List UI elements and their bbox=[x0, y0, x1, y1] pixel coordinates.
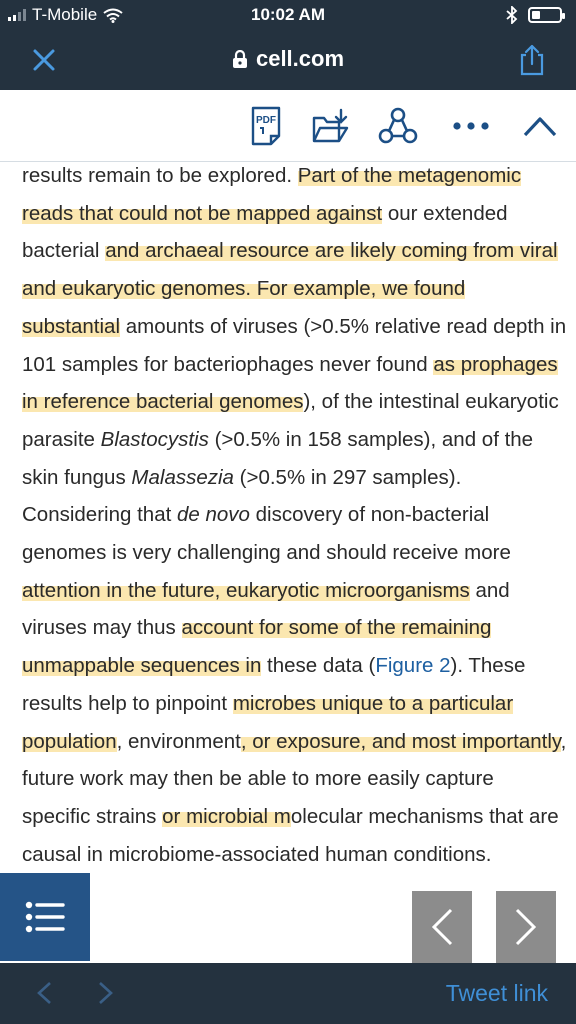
download-button[interactable] bbox=[309, 104, 353, 148]
latin-phrase: de novo bbox=[176, 503, 250, 527]
domain-text: cell.com bbox=[255, 46, 345, 71]
figure-link[interactable]: Figure 2 bbox=[375, 654, 450, 677]
chevron-right-icon bbox=[515, 908, 537, 946]
species-name: Malassezia bbox=[131, 465, 234, 489]
tweet-link[interactable]: Tweet link bbox=[446, 980, 548, 1007]
forward-arrow-icon[interactable] bbox=[92, 980, 118, 1006]
pdf-label: PDF bbox=[256, 115, 276, 126]
article-paragraph: results remain to be explored. Part of t… bbox=[22, 164, 567, 866]
chevron-up-icon bbox=[523, 117, 557, 137]
more-button[interactable] bbox=[449, 104, 493, 148]
pdf-button[interactable]: PDF bbox=[244, 104, 288, 148]
share-icon[interactable] bbox=[514, 42, 550, 78]
back-arrow-icon[interactable] bbox=[32, 980, 58, 1006]
lock-icon bbox=[232, 50, 247, 68]
browser-nav-bar: cell.com bbox=[0, 30, 576, 90]
article-toolbar: PDF bbox=[0, 90, 576, 162]
chevron-left-icon bbox=[431, 908, 453, 946]
outline-button[interactable] bbox=[0, 873, 90, 961]
more-icon bbox=[453, 122, 489, 130]
highlighted-text: or microbial m bbox=[162, 804, 291, 828]
highlighted-text: attention in the future, eukaryotic micr… bbox=[22, 578, 470, 602]
browser-bottom-bar: Tweet link bbox=[0, 963, 576, 1024]
network-icon bbox=[378, 107, 418, 144]
bluetooth-icon bbox=[506, 6, 518, 24]
pdf-icon: PDF bbox=[251, 106, 281, 146]
download-folder-icon bbox=[312, 108, 349, 143]
next-page-button[interactable] bbox=[496, 891, 556, 963]
battery-icon bbox=[528, 7, 565, 23]
network-button[interactable] bbox=[376, 104, 420, 148]
highlighted-text: , or exposure, and most importantly bbox=[240, 729, 561, 753]
prev-page-button[interactable] bbox=[412, 891, 472, 963]
status-bar: T-Mobile 10:02 AM bbox=[0, 0, 576, 30]
article-body: results remain to be explored. Part of t… bbox=[0, 163, 576, 963]
list-icon bbox=[25, 901, 65, 933]
url-display[interactable]: cell.com bbox=[0, 46, 576, 72]
species-name: Blastocystis bbox=[100, 427, 209, 451]
clock: 10:02 AM bbox=[250, 5, 325, 24]
collapse-toolbar-button[interactable] bbox=[518, 104, 562, 148]
